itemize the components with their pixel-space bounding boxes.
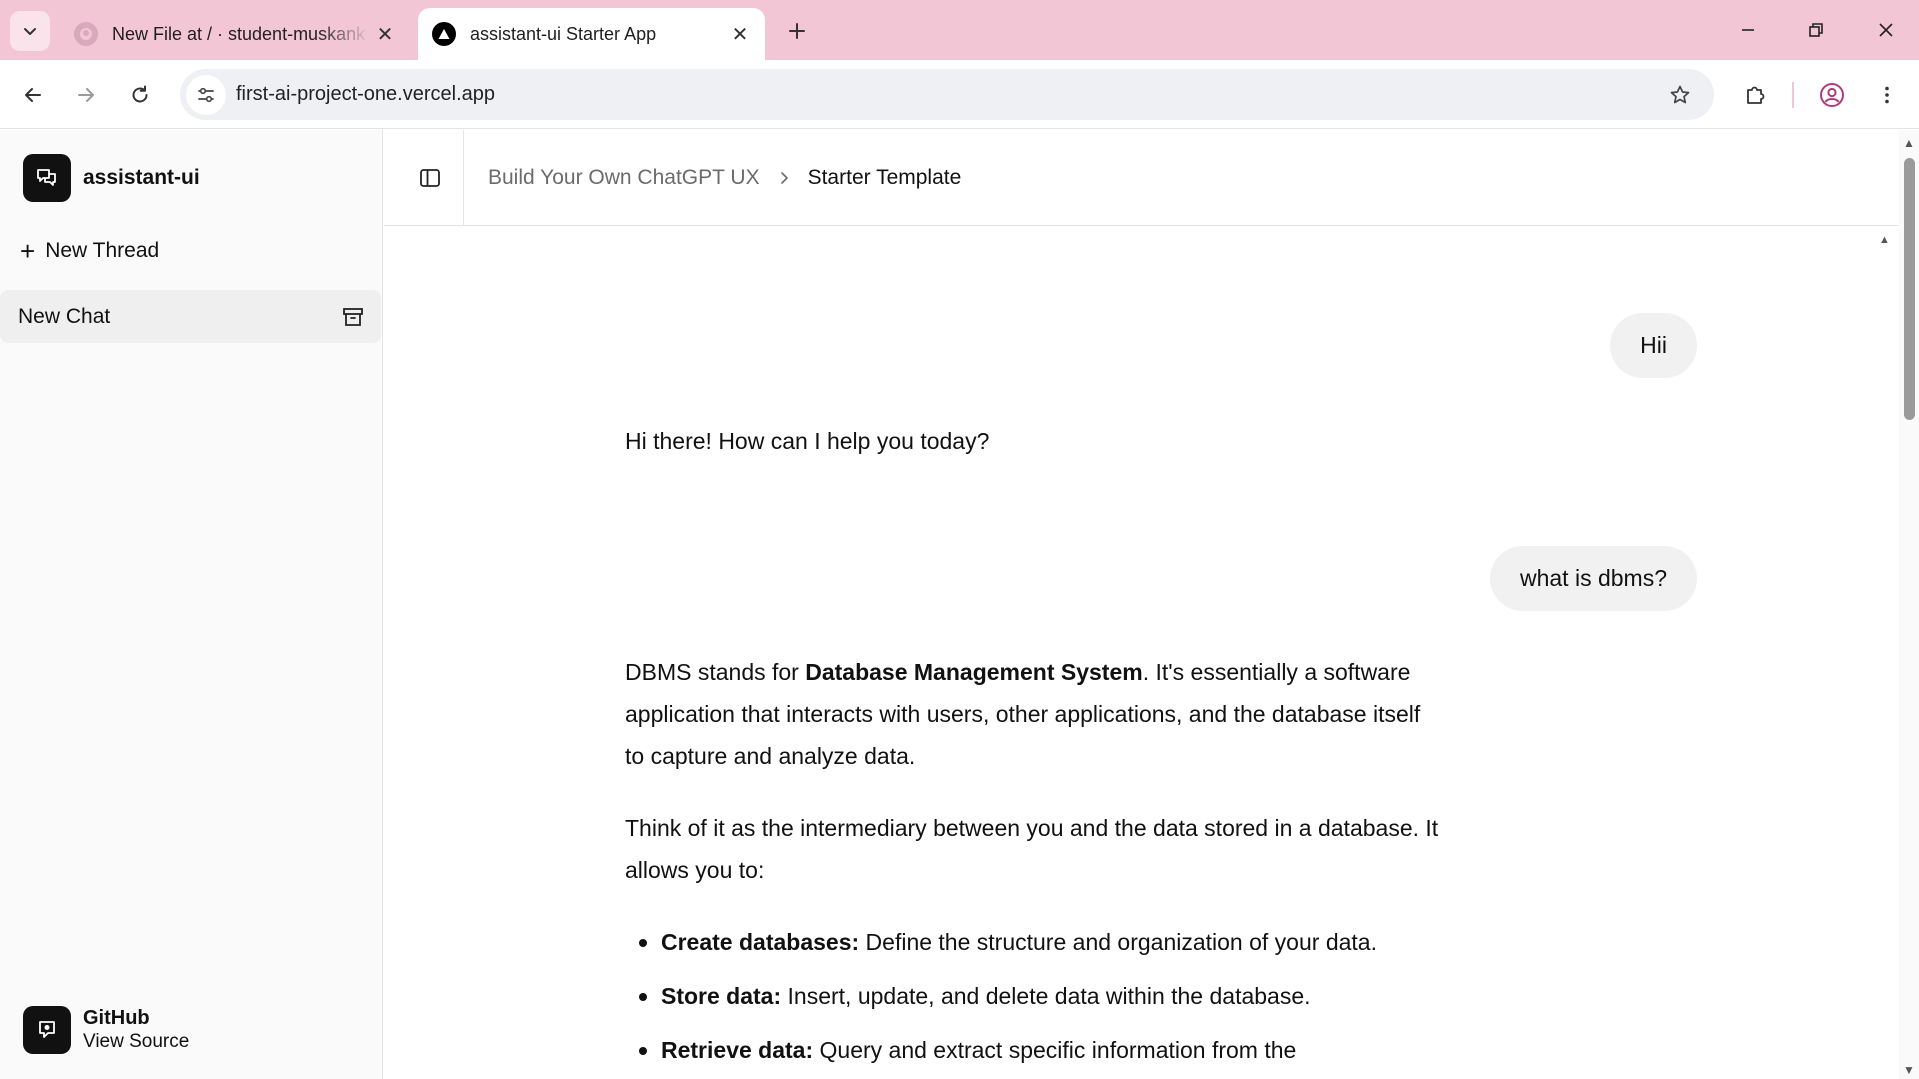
- list-item: Store data: Insert, update, and delete d…: [639, 975, 1445, 1017]
- more-vert-icon: [1885, 86, 1889, 104]
- close-icon[interactable]: ✕: [370, 19, 400, 49]
- arrow-left-icon: [25, 88, 41, 102]
- plus-icon: [789, 23, 805, 39]
- scrollbar-thumb[interactable]: [1904, 158, 1915, 420]
- tab-assistant-ui[interactable]: assistant-ui Starter App ✕: [418, 8, 765, 60]
- archive-icon: [343, 308, 363, 326]
- user-message: what is dbms?: [1489, 546, 1697, 611]
- thread-list-item[interactable]: New Chat: [0, 290, 381, 343]
- minimize-button[interactable]: [1728, 10, 1768, 50]
- tab-search-button[interactable]: [10, 11, 50, 51]
- assistant-paragraph: Think of it as the intermediary between …: [625, 815, 1439, 883]
- tab-title: New File at / · student-muskank: [112, 23, 366, 44]
- bold-text: Database Management System: [805, 659, 1143, 685]
- breadcrumb-link[interactable]: Build Your Own ChatGPT UX: [488, 166, 760, 190]
- new-tab-button[interactable]: [780, 14, 814, 48]
- brand-name: assistant-ui: [83, 166, 200, 189]
- browser-tab-bar: New File at / · student-muskank ✕ assist…: [0, 0, 1919, 60]
- star-icon: [1670, 85, 1690, 104]
- github-source-link[interactable]: GitHub View Source: [23, 1006, 189, 1054]
- thread-title: New Chat: [18, 304, 111, 328]
- text-span: DBMS stands for: [625, 659, 806, 685]
- header-divider: [463, 130, 464, 226]
- assistant-paragraph: DBMS stands for Database Management Syst…: [625, 651, 1445, 777]
- address-bar[interactable]: first-ai-project-one.vercel.app: [180, 69, 1714, 120]
- github-link-subtitle: View Source: [83, 1031, 190, 1052]
- forward-button[interactable]: [67, 76, 105, 114]
- assistant-bullet-list: Create databases: Define the structure a…: [625, 921, 1445, 1071]
- new-thread-label: New Thread: [45, 239, 160, 262]
- restore-icon: [1809, 23, 1823, 37]
- breadcrumb-current: Starter Template: [807, 166, 962, 189]
- site-info-button[interactable]: [186, 74, 226, 115]
- sidebar: assistant-ui + New Thread New Chat GitHu…: [0, 130, 383, 1079]
- tab-title: assistant-ui Starter App: [470, 23, 657, 44]
- thread-viewport: Hii Hi there! How can I help you today? …: [384, 227, 1899, 1079]
- list-item: Retrieve data: Query and extract specifi…: [639, 1029, 1445, 1071]
- arrow-right-icon: [78, 88, 94, 102]
- browser-menu-button[interactable]: [1868, 76, 1906, 114]
- assistant-message-text: Hi there! How can I help you today?: [625, 428, 990, 454]
- chat-bubbles-icon: [23, 154, 71, 202]
- new-thread-button[interactable]: + New Thread: [20, 238, 159, 264]
- scroll-down-arrow-icon[interactable]: ▼: [1903, 1063, 1915, 1077]
- minimize-icon: [1742, 29, 1754, 31]
- chevron-down-icon: [24, 28, 36, 35]
- url-text: first-ai-project-one.vercel.app: [236, 83, 495, 105]
- sidebar-toggle-button[interactable]: [414, 162, 446, 194]
- scroll-up-arrow-icon[interactable]: ▲: [1903, 136, 1915, 150]
- tab-github[interactable]: New File at / · student-muskank ✕: [60, 8, 410, 60]
- bullet-term: Store data:: [661, 983, 782, 1009]
- bullet-text: Define the structure and organization of…: [859, 929, 1377, 955]
- vercel-triangle-icon: [432, 22, 456, 46]
- profile-button[interactable]: [1813, 76, 1851, 114]
- chevron-right-icon: [778, 171, 790, 185]
- github-icon: [23, 1006, 71, 1054]
- brand-link[interactable]: assistant-ui: [23, 154, 200, 202]
- list-item: Create databases: Define the structure a…: [639, 921, 1445, 963]
- page-scrollbar[interactable]: ▲ ▼: [1899, 130, 1919, 1079]
- tune-icon: [198, 87, 214, 102]
- profile-icon: [1820, 83, 1844, 107]
- assistant-message: DBMS stands for Database Management Syst…: [625, 651, 1445, 1079]
- github-link-text: GitHub View Source: [83, 1006, 189, 1054]
- restore-button[interactable]: [1796, 10, 1836, 50]
- reload-button[interactable]: [121, 76, 159, 114]
- archive-thread-button[interactable]: [339, 303, 367, 331]
- main-header: Build Your Own ChatGPT UX Starter Templa…: [384, 130, 1899, 226]
- github-link-title: GitHub: [83, 1007, 150, 1029]
- bookmark-button[interactable]: [1664, 79, 1696, 111]
- close-icon[interactable]: ✕: [725, 19, 755, 49]
- browser-toolbar: first-ai-project-one.vercel.app: [0, 60, 1919, 129]
- panel-left-icon: [420, 169, 440, 187]
- puzzle-icon: [1747, 86, 1765, 104]
- bullet-text: Query and extract specific information f…: [813, 1037, 1297, 1063]
- bullet-term: Create databases:: [661, 929, 860, 955]
- close-icon: [1879, 23, 1893, 37]
- user-message: Hii: [1610, 313, 1697, 378]
- main-panel: Build Your Own ChatGPT UX Starter Templa…: [384, 130, 1899, 1079]
- breadcrumb: Build Your Own ChatGPT UX Starter Templa…: [488, 166, 961, 190]
- back-button[interactable]: [14, 76, 52, 114]
- toolbar-separator: [1792, 82, 1794, 108]
- assistant-message: Hi there! How can I help you today?: [625, 420, 1445, 492]
- reload-icon: [132, 85, 148, 103]
- bullet-text: Insert, update, and delete data within t…: [781, 983, 1311, 1009]
- extensions-button[interactable]: [1736, 76, 1774, 114]
- plus-icon: +: [20, 236, 36, 266]
- bullet-term: Retrieve data:: [661, 1037, 814, 1063]
- github-icon: [74, 22, 98, 46]
- window-close-button[interactable]: [1866, 10, 1906, 50]
